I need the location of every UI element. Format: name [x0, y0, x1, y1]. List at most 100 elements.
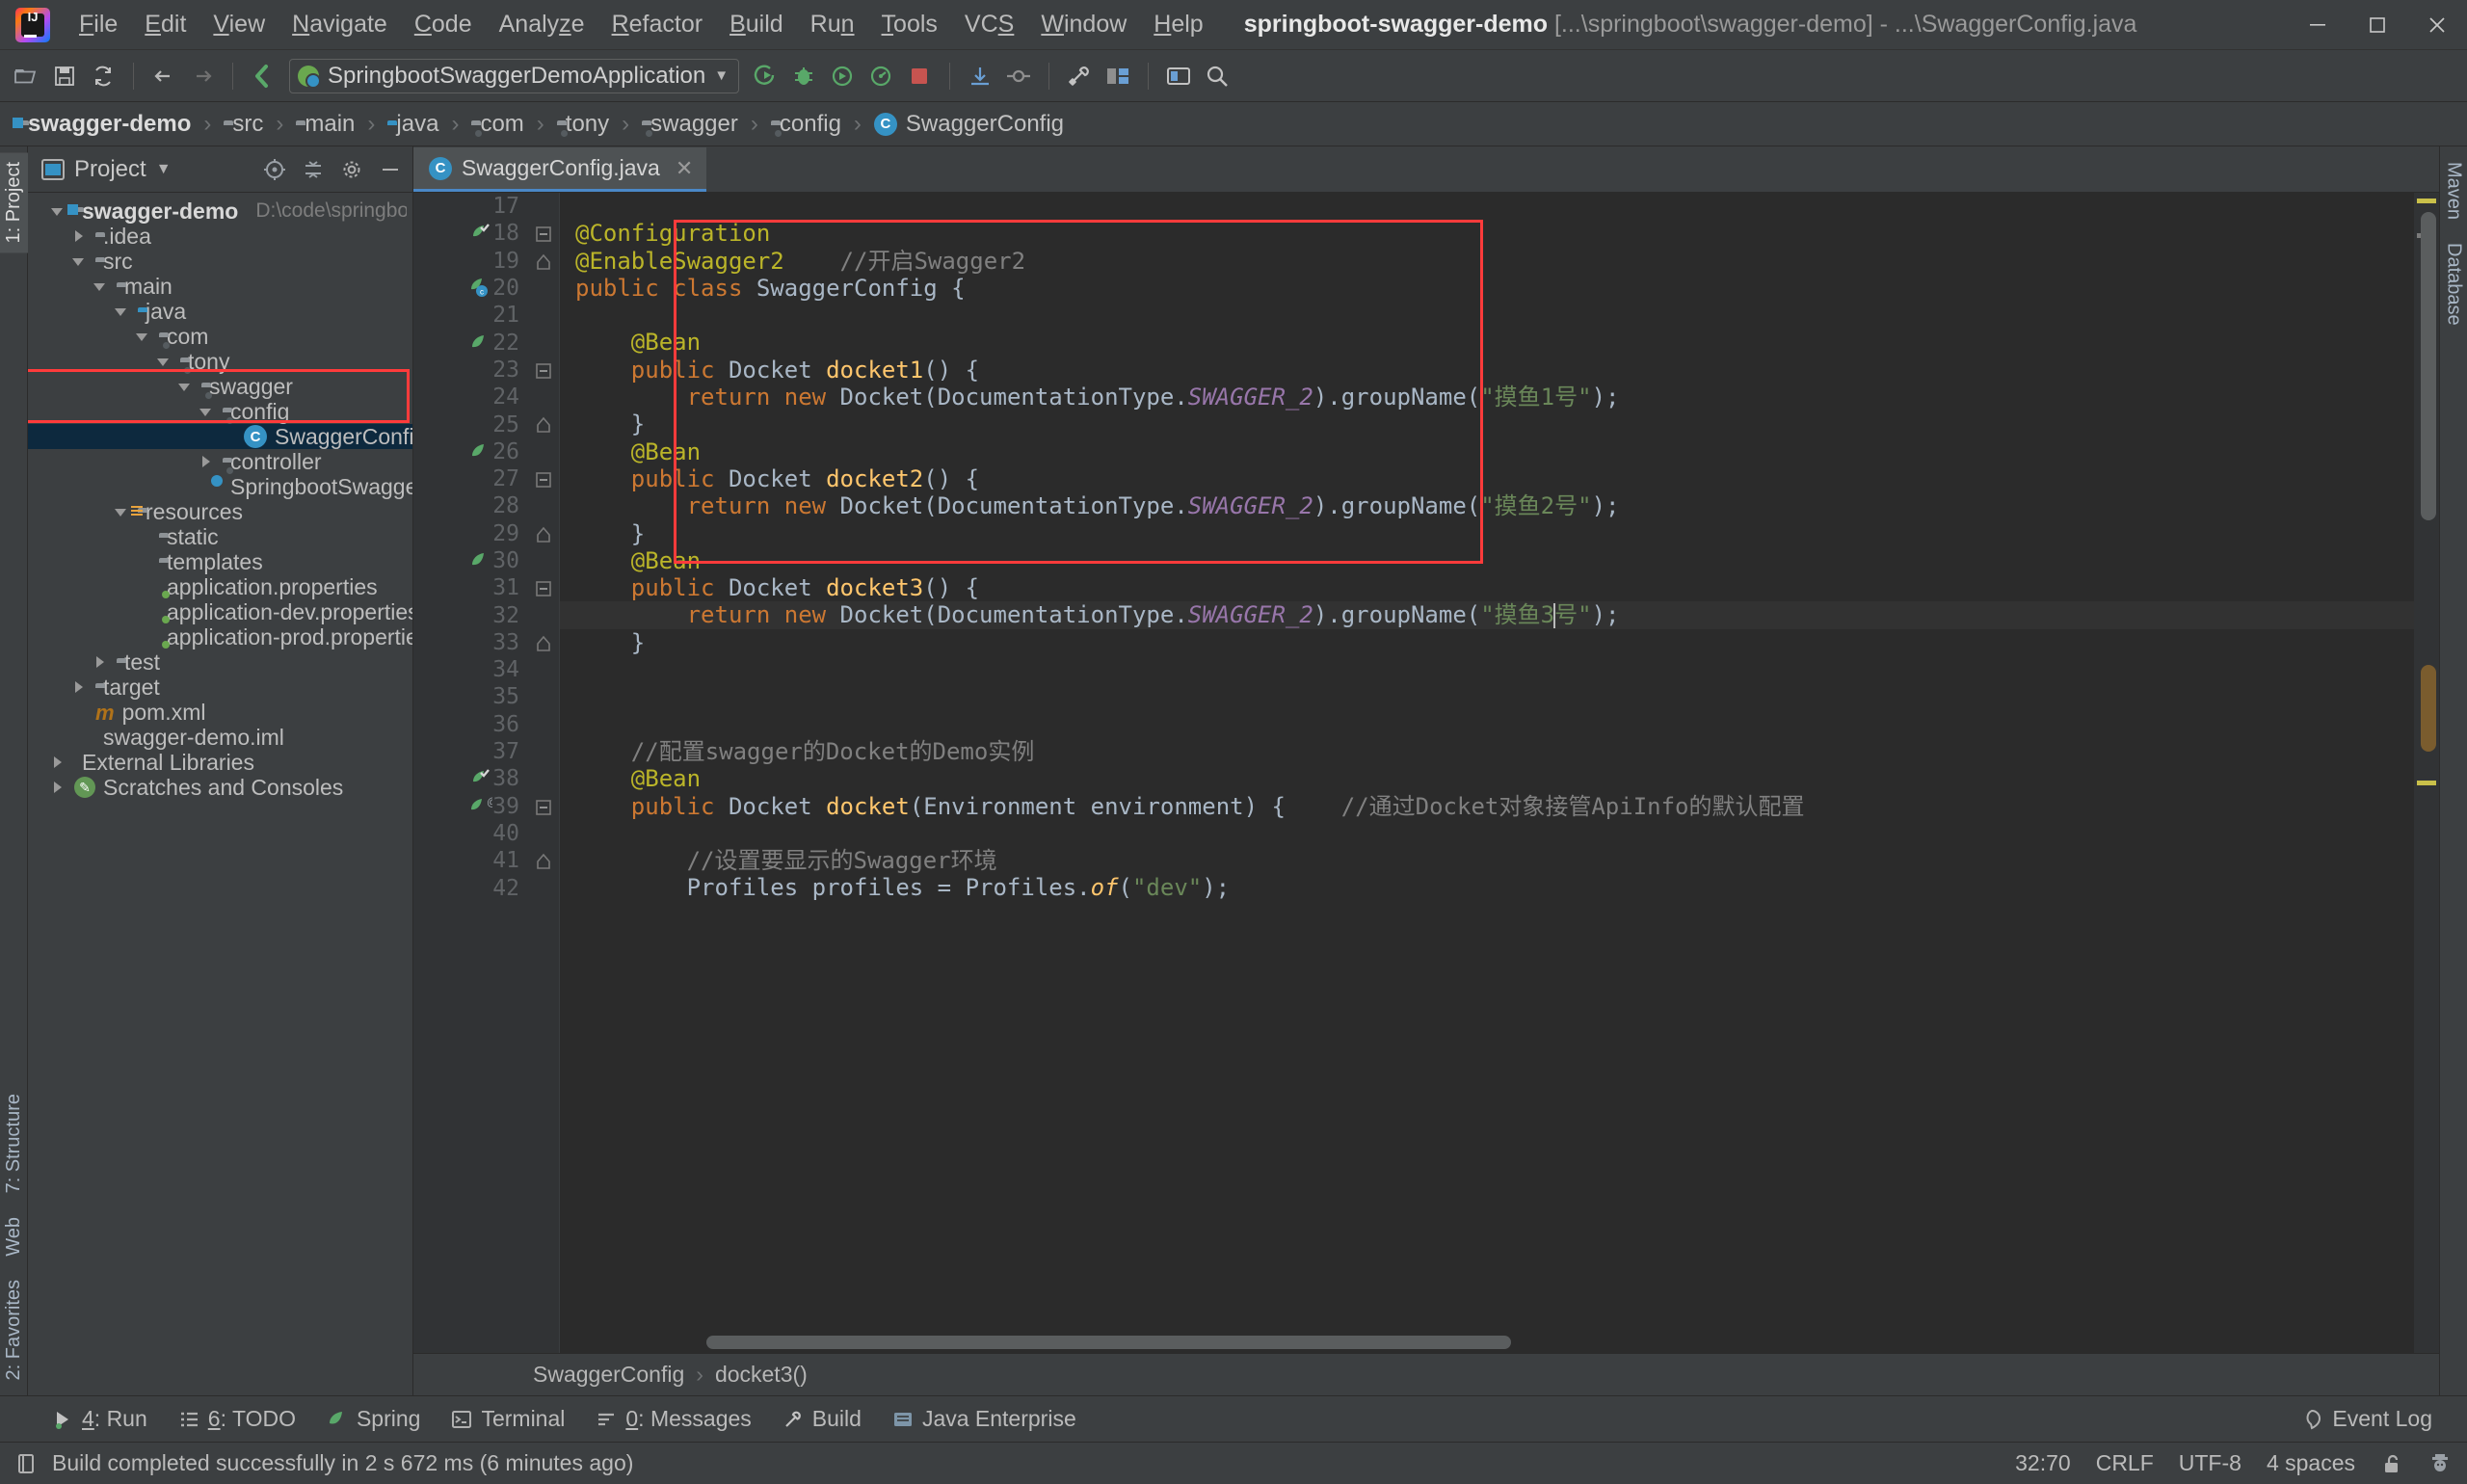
- tree-node-swaggerconfig[interactable]: C SwaggerConfig: [28, 424, 412, 449]
- fold-expanded-icon[interactable]: [535, 471, 552, 489]
- menu-item-help[interactable]: Help: [1140, 5, 1216, 44]
- chevron-down-icon[interactable]: [113, 503, 130, 520]
- tree-node-target[interactable]: target: [28, 675, 412, 700]
- breadcrumb-item-java[interactable]: java: [380, 109, 446, 140]
- tree-node-resources[interactable]: resources: [28, 499, 412, 524]
- tree-node-java[interactable]: java: [28, 299, 412, 324]
- stripe-warning[interactable]: [2417, 199, 2436, 203]
- profile-icon[interactable]: [862, 58, 899, 94]
- tool-window-button-0-messages[interactable]: 0: Messages: [582, 1401, 764, 1437]
- chevron-right-icon[interactable]: [70, 227, 88, 245]
- chevron-down-icon[interactable]: [70, 252, 88, 270]
- chevron-right-icon[interactable]: [198, 453, 215, 470]
- tool-window-button-6-todo[interactable]: 6: TODO: [165, 1401, 309, 1437]
- stop-icon[interactable]: [901, 58, 938, 94]
- menu-item-window[interactable]: Window: [1027, 5, 1140, 44]
- chevron-right-icon[interactable]: [49, 779, 66, 796]
- menu-item-analyze[interactable]: Analyze: [486, 5, 598, 44]
- menu-item-tools[interactable]: Tools: [868, 5, 951, 44]
- tree-node-com[interactable]: com: [28, 324, 412, 349]
- spring-bean-check-icon[interactable]: [467, 766, 492, 791]
- spring-bean-icon[interactable]: [467, 331, 492, 356]
- spring-config-class-icon[interactable]: c: [467, 276, 492, 301]
- tree-node-scratches-and-consoles[interactable]: ✎ Scratches and Consoles: [28, 775, 412, 800]
- menu-item-refactor[interactable]: Refactor: [598, 5, 717, 44]
- target-icon[interactable]: [260, 155, 289, 184]
- tree-node-pom-xml[interactable]: m pom.xml: [28, 700, 412, 725]
- vertical-scrollbar-thumb-2[interactable]: [2421, 665, 2436, 752]
- run-icon[interactable]: [747, 58, 783, 94]
- menu-item-run[interactable]: Run: [797, 5, 868, 44]
- fold-end-icon[interactable]: [535, 635, 552, 652]
- open-folder-icon[interactable]: [8, 58, 44, 94]
- fold-expanded-icon[interactable]: [535, 225, 552, 243]
- chevron-down-icon[interactable]: [113, 303, 130, 320]
- project-structure-icon[interactable]: [1100, 58, 1136, 94]
- tree-node-swagger[interactable]: swagger: [28, 374, 412, 399]
- menu-item-file[interactable]: File: [66, 5, 131, 44]
- tool-window-button-spring[interactable]: Spring: [313, 1401, 434, 1437]
- tree-node-templates[interactable]: templates: [28, 549, 412, 574]
- menu-item-navigate[interactable]: Navigate: [279, 5, 401, 44]
- rail-tab-1-project[interactable]: 1: Project: [0, 152, 28, 253]
- spring-bean-icon[interactable]: [467, 548, 492, 573]
- tree-node-external-libraries[interactable]: External Libraries: [28, 750, 412, 775]
- breadcrumb-item-config[interactable]: config: [763, 109, 849, 140]
- chevron-down-icon[interactable]: [198, 403, 215, 420]
- commit-icon[interactable]: [1000, 58, 1037, 94]
- run-configuration-selector[interactable]: SpringbootSwaggerDemoApplication ▼: [289, 58, 740, 93]
- rail-tab-7-structure[interactable]: 7: Structure: [0, 1084, 28, 1203]
- menu-item-code[interactable]: Code: [401, 5, 486, 44]
- tree-node-src[interactable]: src: [28, 249, 412, 274]
- select-in-icon[interactable]: [1160, 58, 1197, 94]
- spring-bean-autowire-icon[interactable]: @: [467, 794, 492, 819]
- hector-icon[interactable]: [2428, 1452, 2452, 1475]
- tree-node-controller[interactable]: controller: [28, 449, 412, 474]
- editor-gutter[interactable]: 17 18 19 20 c 21 22 23 24 25 26 27 28 29 30 31 32 33 34 35 3…: [413, 193, 527, 1353]
- editor-breadcrumb-item[interactable]: docket3(): [709, 1360, 813, 1390]
- gear-icon[interactable]: [337, 155, 366, 184]
- tree-node-static[interactable]: static: [28, 524, 412, 549]
- tool-window-button-terminal[interactable]: Terminal: [438, 1401, 578, 1437]
- menu-item-edit[interactable]: Edit: [131, 5, 199, 44]
- close-button[interactable]: [2407, 0, 2467, 50]
- chevron-down-icon[interactable]: ▼: [156, 161, 172, 178]
- fold-expanded-icon[interactable]: [535, 799, 552, 816]
- breadcrumb-item-swagger-demo[interactable]: swagger-demo: [12, 109, 199, 140]
- breadcrumb-item-main[interactable]: main: [288, 109, 362, 140]
- code-folding-strip[interactable]: [527, 193, 560, 1353]
- encoding[interactable]: UTF-8: [2179, 1450, 2242, 1476]
- tree-node-swagger-demo-iml[interactable]: swagger-demo.iml: [28, 725, 412, 750]
- tool-window-button-java-enterprise[interactable]: Java Enterprise: [879, 1401, 1090, 1437]
- tree-node-swagger-demo[interactable]: swagger-demo D:\code\springboot\swagger-d…: [28, 199, 412, 224]
- chevron-down-icon[interactable]: [49, 202, 66, 220]
- chevron-down-icon[interactable]: [92, 278, 109, 295]
- breadcrumb-item-swagger[interactable]: swagger: [634, 109, 746, 140]
- run-coverage-icon[interactable]: [824, 58, 861, 94]
- save-all-icon[interactable]: [46, 58, 83, 94]
- menu-item-vcs[interactable]: VCS: [951, 5, 1027, 44]
- hide-icon[interactable]: [376, 155, 405, 184]
- tree-node-tony[interactable]: tony: [28, 349, 412, 374]
- breadcrumb-item-swaggerconfig[interactable]: C SwaggerConfig: [866, 109, 1072, 140]
- close-icon[interactable]: ✕: [676, 156, 693, 181]
- chevron-down-icon[interactable]: [155, 353, 172, 370]
- compile-icon[interactable]: [245, 58, 281, 94]
- tree-node-config[interactable]: config: [28, 399, 412, 424]
- editor-breadcrumb-item[interactable]: SwaggerConfig: [527, 1360, 690, 1390]
- rail-tab-database[interactable]: Database: [2440, 233, 2467, 335]
- rail-tab-2-favorites[interactable]: 2: Favorites: [0, 1270, 28, 1390]
- chevron-right-icon[interactable]: [92, 653, 109, 671]
- tool-window-button-build[interactable]: Build: [769, 1401, 875, 1437]
- tree-node-springbootswaggerdemoa[interactable]: SpringbootSwaggerDemoA: [28, 474, 412, 499]
- tree-node-idea[interactable]: .idea: [28, 224, 412, 249]
- line-separator[interactable]: CRLF: [2096, 1450, 2154, 1476]
- event-log-button[interactable]: Event Log: [2287, 1401, 2467, 1437]
- maximize-button[interactable]: [2348, 0, 2407, 50]
- settings-icon[interactable]: [1061, 58, 1098, 94]
- error-stripe-marks[interactable]: [2414, 193, 2439, 1353]
- chevron-down-icon[interactable]: [134, 328, 151, 345]
- spring-bean-icon[interactable]: [467, 439, 492, 464]
- tab-swaggerconfig-java[interactable]: C SwaggerConfig.java ✕: [413, 147, 707, 192]
- indent-setting[interactable]: 4 spaces: [2267, 1450, 2355, 1476]
